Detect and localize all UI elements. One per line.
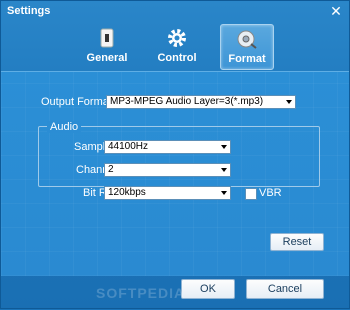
chevron-down-icon bbox=[221, 145, 227, 149]
format-panel: Output Format: MP3-MPEG Audio Layer=3(*.… bbox=[1, 71, 349, 276]
watermark: SOFTPEDIA bbox=[96, 285, 186, 301]
close-button[interactable]: ✕ bbox=[329, 3, 343, 19]
title-bar: Settings ✕ bbox=[1, 1, 349, 23]
output-format-value: MP3-MPEG Audio Layer=3(*.mp3) bbox=[110, 96, 264, 107]
sample-rate-value: 44100Hz bbox=[108, 141, 149, 152]
chevron-down-icon bbox=[286, 100, 292, 104]
channels-select[interactable]: 2 bbox=[104, 163, 231, 177]
audio-group-title: Audio bbox=[47, 121, 82, 133]
chevron-down-icon bbox=[221, 191, 227, 195]
channels-value: 2 bbox=[108, 164, 114, 175]
tab-format-label: Format bbox=[228, 53, 266, 65]
vbr-label: VBR bbox=[259, 187, 282, 199]
ok-button[interactable]: OK bbox=[181, 279, 235, 299]
tab-format[interactable]: Format bbox=[220, 24, 274, 70]
bit-rate-select[interactable]: 120kbps bbox=[104, 186, 231, 200]
tab-general-label: General bbox=[86, 52, 128, 64]
cancel-button[interactable]: Cancel bbox=[246, 279, 324, 299]
tab-control[interactable]: Control bbox=[151, 24, 203, 68]
tab-general[interactable]: General bbox=[81, 24, 133, 68]
vbr-checkbox[interactable] bbox=[245, 188, 257, 200]
bit-rate-value: 120kbps bbox=[108, 187, 146, 198]
window-title: Settings bbox=[7, 5, 51, 17]
output-format-label: Output Format: bbox=[41, 96, 115, 108]
settings-window: Settings ✕ General Control Format Output… bbox=[0, 0, 350, 309]
audio-group bbox=[38, 126, 320, 187]
disc-icon bbox=[237, 30, 257, 49]
gear-icon bbox=[168, 29, 186, 47]
chevron-down-icon bbox=[221, 168, 227, 172]
tab-control-label: Control bbox=[157, 52, 197, 64]
sample-rate-select[interactable]: 44100Hz bbox=[104, 140, 231, 154]
reset-button[interactable]: Reset bbox=[270, 233, 324, 251]
output-format-select[interactable]: MP3-MPEG Audio Layer=3(*.mp3) bbox=[106, 95, 296, 109]
general-settings-icon bbox=[100, 28, 114, 48]
settings-tabs: General Control Format bbox=[1, 23, 349, 71]
